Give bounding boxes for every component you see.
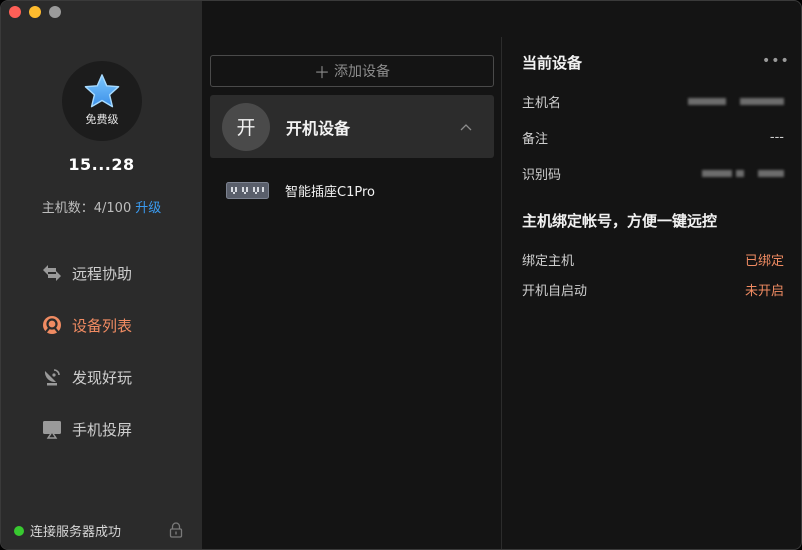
- connection-status: 连接服务器成功: [14, 521, 121, 540]
- screen-cast-icon: [41, 418, 63, 440]
- bind-host-label: 绑定主机: [522, 254, 575, 269]
- autostart-label: 开机自启动: [522, 284, 588, 299]
- device-list-panel: ＋ 添加设备 开 开机设备 智能插座C1Pro: [202, 1, 501, 549]
- bind-host-row: 绑定主机 已绑定: [522, 250, 784, 269]
- upgrade-link[interactable]: 升级: [135, 201, 161, 216]
- nav-item-discover[interactable]: 发现好玩: [41, 351, 132, 403]
- nav-item-device-list[interactable]: 设备列表: [41, 299, 132, 351]
- close-window-button[interactable]: [9, 6, 21, 18]
- device-detail-panel: 当前设备 ••• 主机名 备注 --- 识别码 主机绑定帐号，方便一键远控 绑定…: [502, 1, 801, 549]
- add-device-button[interactable]: ＋ 添加设备: [210, 55, 494, 87]
- lock-icon[interactable]: [169, 522, 183, 538]
- nav-label: 远程协助: [72, 264, 133, 283]
- device-group-powered-on[interactable]: 开 开机设备: [210, 95, 494, 158]
- bind-section-title: 主机绑定帐号，方便一键远控: [522, 212, 718, 230]
- nav-item-screen-cast[interactable]: 手机投屏: [41, 403, 132, 455]
- star-icon: [84, 74, 120, 108]
- satellite-dish-icon: [41, 366, 63, 388]
- zoom-window-button[interactable]: [49, 6, 61, 18]
- status-text: 连接服务器成功: [30, 525, 122, 540]
- id-code-row: 识别码: [522, 164, 784, 183]
- status-dot-icon: [14, 525, 24, 536]
- sidebar: 免费级 15...28 主机数：4/100 升级 远程协助 设备列表 发现好玩 …: [1, 1, 202, 549]
- id-code-value-redacted: [702, 170, 784, 177]
- nav-item-remote-assist[interactable]: 远程协助: [41, 247, 132, 299]
- nav-label: 设备列表: [72, 316, 133, 335]
- panel-title: 当前设备: [522, 54, 583, 72]
- plus-icon: ＋: [313, 63, 330, 82]
- host-count: 主机数：4/100 升级: [1, 197, 202, 216]
- remote-assist-icon: [41, 262, 63, 284]
- nav-label: 发现好玩: [72, 368, 133, 387]
- username: 15...28: [68, 155, 135, 174]
- more-options-icon[interactable]: •••: [762, 53, 790, 69]
- note-value: ---: [769, 130, 784, 145]
- bind-host-status[interactable]: 已绑定: [745, 250, 784, 269]
- add-device-label: 添加设备: [334, 64, 390, 80]
- sidebar-nav: 远程协助 设备列表 发现好玩 手机投屏: [41, 247, 132, 455]
- smart-plug-icon: [226, 182, 269, 199]
- avatar[interactable]: 免费级: [62, 61, 142, 141]
- group-avatar: 开: [222, 102, 270, 151]
- autostart-row: 开机自启动 未开启: [522, 280, 784, 299]
- note-label: 备注: [522, 132, 549, 147]
- host-count-label: 主机数：4/100: [41, 201, 132, 216]
- app-window: 免费级 15...28 主机数：4/100 升级 远程协助 设备列表 发现好玩 …: [0, 0, 802, 550]
- device-list-icon: [41, 314, 63, 336]
- id-code-label: 识别码: [522, 168, 562, 183]
- chevron-up-icon[interactable]: [460, 123, 472, 131]
- nav-label: 手机投屏: [72, 420, 133, 439]
- device-name: 智能插座C1Pro: [285, 185, 375, 200]
- host-name-label: 主机名: [522, 96, 562, 111]
- membership-tier: 免费级: [85, 113, 119, 126]
- window-controls: [9, 6, 61, 18]
- note-row: 备注 ---: [522, 128, 784, 147]
- list-item[interactable]: 智能插座C1Pro: [226, 181, 375, 200]
- host-name-value-redacted: [688, 98, 784, 105]
- host-name-row: 主机名: [522, 92, 784, 111]
- minimize-window-button[interactable]: [29, 6, 41, 18]
- autostart-status[interactable]: 未开启: [745, 280, 784, 299]
- group-name: 开机设备: [286, 118, 351, 138]
